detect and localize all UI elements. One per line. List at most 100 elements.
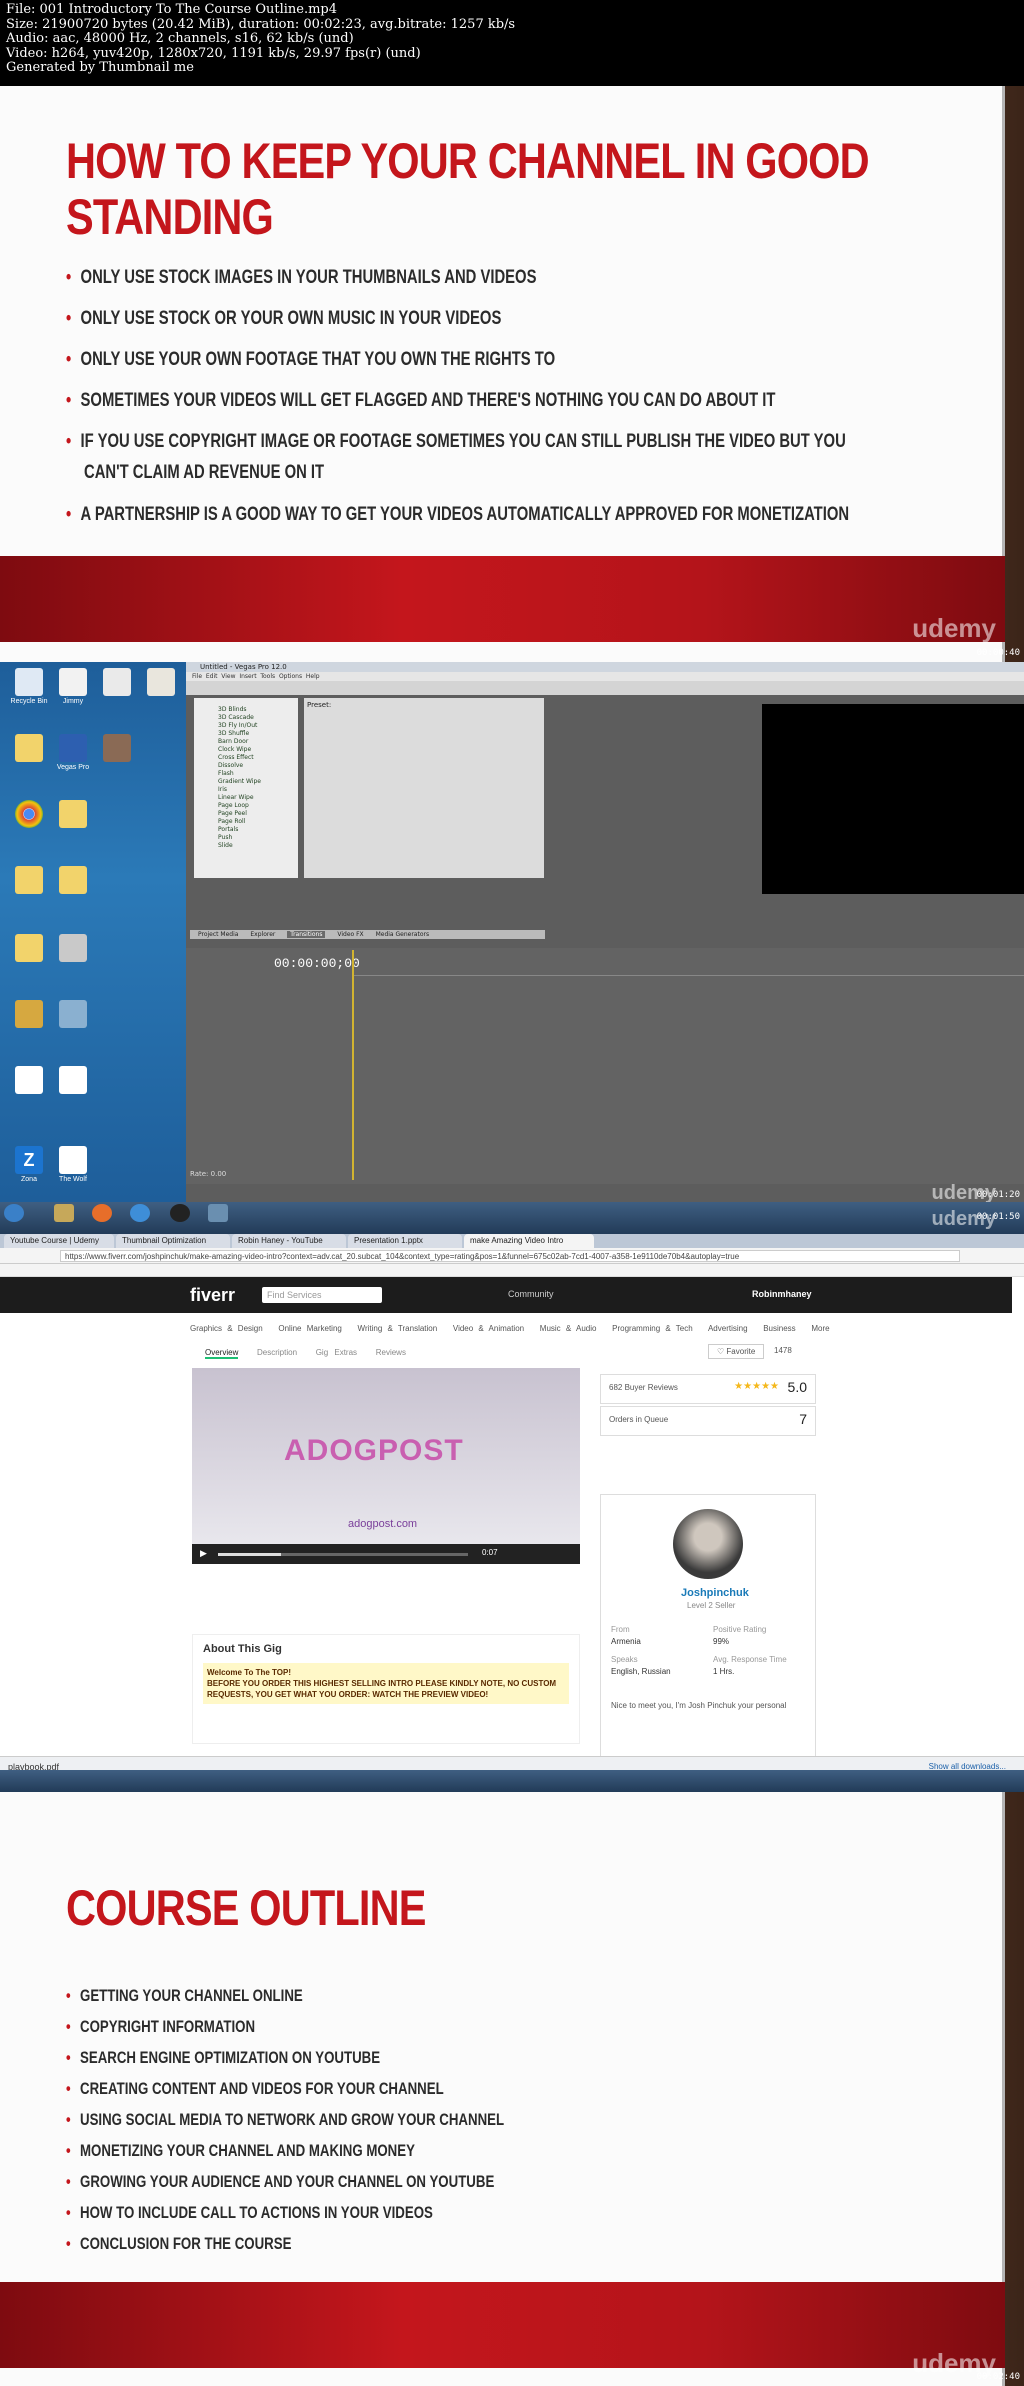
slide-title-line2: STANDING	[66, 189, 274, 245]
start-icon[interactable]	[4, 1204, 24, 1222]
browser-tab[interactable]: Youtube Course | Udemy	[4, 1234, 114, 1248]
avatar[interactable]	[673, 1509, 743, 1579]
slide-bullet: • MONETIZING YOUR CHANNEL AND MAKING MONE…	[66, 2141, 415, 2160]
tab-transitions[interactable]: Transitions	[287, 931, 326, 938]
vegas-window: Untitled - Vegas Pro 12.0 File Edit View…	[186, 662, 1024, 1202]
about-gig: About This Gig Welcome To The TOP! BEFORE…	[192, 1634, 580, 1744]
category-link[interactable]: Business	[763, 1324, 795, 1333]
frame-timestamp: 00:01:50	[976, 1212, 1020, 1222]
tab-media-generators[interactable]: Media Generators	[376, 931, 430, 938]
transitions-tree[interactable]: 3D Blinds 3D Cascade 3D Fly In/Out 3D Shuff…	[194, 698, 298, 878]
search-input[interactable]: Find Services	[262, 1287, 382, 1303]
audio-line: Audio: aac, 48000 Hz, 2 channels, s16, 6…	[6, 31, 354, 47]
category-link[interactable]: Writing & Translation	[358, 1324, 438, 1333]
frame-timestamp: 00:02:40	[976, 2372, 1020, 2382]
folder-icon[interactable]	[44, 866, 102, 896]
url-field[interactable]: https://www.fiverr.com/joshpinchuk/make-…	[60, 1250, 960, 1262]
browser-tab-active[interactable]: make Amazing Video Intro	[464, 1234, 594, 1248]
rating-value: 5.0	[787, 1379, 807, 1395]
seller-name[interactable]: Joshpinchuk	[681, 1587, 749, 1599]
positive-value: 99%	[713, 1637, 730, 1646]
queue-box: Orders in Queue 7	[600, 1406, 816, 1436]
slide-title-line1: HOW TO KEEP YOUR CHANNEL IN GOOD	[66, 133, 870, 189]
timecode-display: 00:00:00;00	[274, 956, 360, 971]
desktop-icon[interactable]	[88, 734, 146, 764]
speaks-label: Speaks	[611, 1655, 638, 1664]
play-icon[interactable]: ▶	[200, 1548, 207, 1559]
folder-icon[interactable]	[44, 800, 102, 830]
slide-bullet: • IF YOU USE COPYRIGHT IMAGE OR FOOTAGE S…	[66, 431, 846, 452]
category-link[interactable]: Graphics & Design	[190, 1324, 263, 1333]
tab-video-fx[interactable]: Video FX	[337, 931, 363, 938]
heart-icon: ♡	[717, 1347, 727, 1356]
app-icon[interactable]	[170, 1204, 190, 1222]
category-link[interactable]: Programming & Tech	[612, 1324, 693, 1333]
tab-project-media[interactable]: Project Media	[198, 931, 238, 938]
progress-fill	[218, 1553, 281, 1556]
category-link[interactable]: Music & Audio	[540, 1324, 597, 1333]
seller-intro: Nice to meet you, I'm Josh Pinchuk your …	[611, 1701, 787, 1710]
user-menu[interactable]: Robinmhaney	[752, 1289, 812, 1299]
slide-bullet: • SOMETIMES YOUR VIDEOS WILL GET FLAGGED …	[66, 390, 776, 411]
bookmarks-bar	[0, 1264, 1024, 1277]
ruler	[354, 966, 1024, 976]
browser-tab[interactable]: Presentation 1.pptx	[348, 1234, 462, 1248]
firefox-icon[interactable]	[92, 1204, 112, 1222]
favorite-button[interactable]: ♡ Favorite	[708, 1344, 765, 1359]
seller-card: Joshpinchuk Level 2 Seller From Armenia …	[600, 1494, 816, 1784]
category-link[interactable]: Advertising	[708, 1324, 748, 1333]
seller-level: Level 2 Seller	[687, 1601, 736, 1610]
desktop-icon[interactable]	[44, 1000, 102, 1030]
video-time: 0:07	[482, 1548, 498, 1557]
frame-fiverr-browser: Youtube Course | Udemy Thumbnail Optimiz…	[0, 1202, 1024, 1792]
frame-vegas-pro: Recycle Bin Jimmy Vegas Pro Z Zona The Wo…	[0, 662, 1024, 1202]
slide-bullet: • ONLY USE STOCK IMAGES IN YOUR THUMBNAIL…	[66, 267, 537, 288]
slide-bullet: • CONCLUSION FOR THE COURSE	[66, 2234, 292, 2253]
taskbar	[0, 1770, 1024, 1792]
reviews-box: 682 Buyer Reviews 5.0 ★★★★★	[600, 1374, 816, 1404]
browser-tab[interactable]: Robin Haney - YouTube	[232, 1234, 346, 1248]
tab-gig-extras[interactable]: Gig Extras	[316, 1348, 357, 1357]
category-bar: Graphics & Design Online Marketing Writi…	[190, 1324, 830, 1333]
video-line: Video: h264, yuv420p, 1280x720, 1191 kb/…	[6, 45, 421, 61]
document-icon[interactable]: The Wolf	[44, 1146, 102, 1183]
community-menu[interactable]: Community	[508, 1289, 554, 1299]
slide-title: COURSE OUTLINE	[66, 1880, 426, 1936]
browser-tab[interactable]: Thumbnail Optimization	[116, 1234, 230, 1248]
explorer-icon[interactable]	[54, 1204, 74, 1222]
gig-notice: Welcome To The TOP! BEFORE YOU ORDER THIS…	[203, 1663, 569, 1704]
response-label: Avg. Response Time	[713, 1655, 787, 1664]
address-bar-row: https://www.fiverr.com/joshpinchuk/make-…	[0, 1248, 1024, 1264]
playhead[interactable]	[352, 950, 354, 1180]
gig-video-player[interactable]: ADOGPOST adogpost.com ▶ 0:07	[192, 1368, 580, 1564]
menu-bar: File Edit View Insert Tools Options Help	[186, 672, 1024, 681]
document-icon[interactable]	[44, 1066, 102, 1096]
slide-bullet-continued: CAN'T CLAIM AD REVENUE ON IT	[84, 462, 325, 483]
tab-description[interactable]: Description	[257, 1348, 297, 1357]
preview-window	[762, 704, 1024, 894]
size-line: Size: 21900720 bytes (20.42 MiB), durati…	[6, 16, 516, 32]
desktop-icon[interactable]	[44, 934, 102, 964]
progress-track[interactable]	[218, 1553, 468, 1556]
udemy-watermark: udemy	[912, 613, 996, 643]
slide-bullet: • COPYRIGHT INFORMATION	[66, 2017, 256, 2036]
app-icon[interactable]	[208, 1204, 228, 1222]
fiverr-logo[interactable]: fiverr	[190, 1285, 235, 1306]
tab-reviews[interactable]: Reviews	[376, 1348, 406, 1357]
slide-bullet: • ONLY USE STOCK OR YOUR OWN MUSIC IN YOU…	[66, 308, 502, 329]
chrome-icon[interactable]	[130, 1204, 150, 1222]
category-link[interactable]: Online Marketing	[278, 1324, 341, 1333]
preset-panel: Preset:	[304, 698, 544, 878]
tab-strip: Youtube Course | Udemy Thumbnail Optimiz…	[0, 1234, 1024, 1248]
category-link[interactable]: Video & Animation	[453, 1324, 524, 1333]
slide-page: COURSE OUTLINE • GETTING YOUR CHANNEL ONL…	[0, 1792, 1005, 2386]
timeline[interactable]: 00:00:00;00 Rate: 0.00	[186, 948, 1024, 1184]
category-link[interactable]: More	[811, 1324, 829, 1333]
tab-overview[interactable]: Overview	[205, 1348, 239, 1359]
taskbar	[0, 1202, 1024, 1234]
desktop-icon[interactable]	[132, 668, 190, 698]
desktop: Recycle Bin Jimmy Vegas Pro Z Zona The Wo…	[0, 662, 186, 1202]
speaks-value: English, Russian	[611, 1667, 671, 1676]
tab-explorer[interactable]: Explorer	[250, 931, 275, 938]
gig-tabs: Overview Description Gig Extras Reviews	[205, 1348, 406, 1359]
